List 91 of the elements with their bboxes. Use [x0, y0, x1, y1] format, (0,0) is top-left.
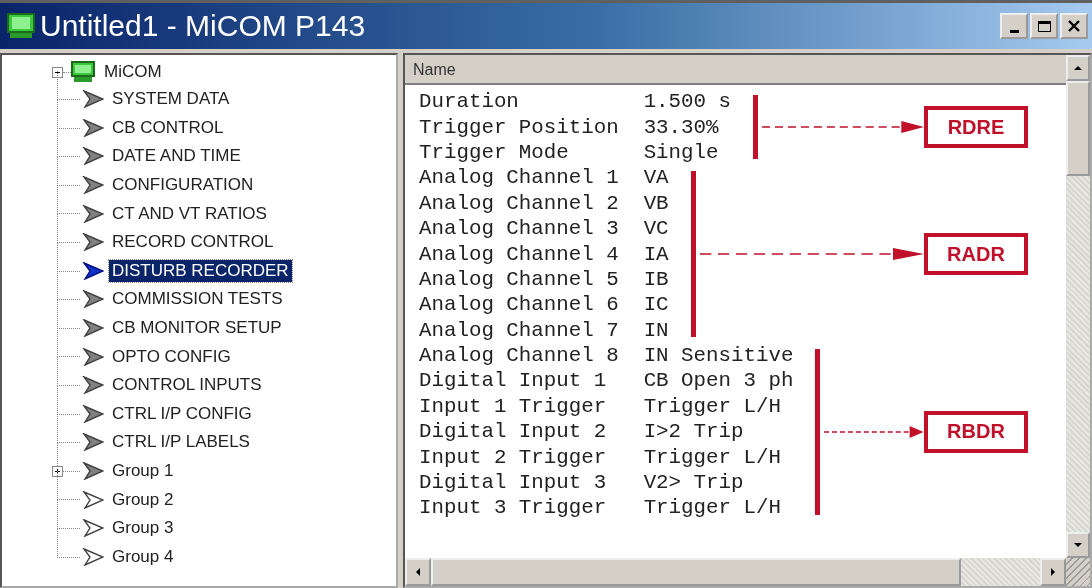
- close-button[interactable]: [1060, 13, 1088, 39]
- parameter-value: IC: [643, 293, 669, 317]
- parameter-value: VC: [643, 217, 669, 241]
- scroll-thumb[interactable]: [1066, 81, 1090, 176]
- tree-item[interactable]: DISTURB RECORDER: [109, 259, 292, 282]
- annotation-label: RBDR: [924, 410, 1028, 453]
- minimize-button[interactable]: [1000, 13, 1028, 39]
- parameter-name: Analog Channel 3: [419, 217, 620, 241]
- arrow-icon: [82, 376, 104, 395]
- parameter-name: Digital Input 2: [419, 420, 608, 444]
- computer-icon: [71, 61, 95, 83]
- arrow-icon: [82, 176, 104, 195]
- scroll-left-button[interactable]: [405, 558, 431, 586]
- parameter-name: Digital Input 3: [419, 471, 608, 495]
- tree-item[interactable]: CTRL I/P CONFIG: [109, 402, 255, 425]
- arrow-icon: [82, 204, 104, 223]
- tree-item[interactable]: Group 1: [109, 460, 177, 482]
- scroll-thumb[interactable]: [431, 558, 961, 586]
- tree-item[interactable]: SYSTEM DATA: [109, 88, 233, 111]
- size-grip[interactable]: [1066, 558, 1090, 586]
- tree-item[interactable]: CONFIGURATION: [109, 174, 257, 197]
- tree-item[interactable]: CONTROL INPUTS: [109, 374, 265, 397]
- parameter-name: Input 2 Trigger: [419, 445, 608, 469]
- parameter-name: Analog Channel 8: [419, 344, 620, 368]
- arrow-icon: [82, 547, 104, 566]
- parameter-value: Trigger L/H: [643, 394, 781, 418]
- parameter-value: CB Open 3 ph: [643, 369, 794, 393]
- parameter-value: V2> Trip: [643, 471, 744, 495]
- parameter-name: Trigger Mode: [419, 140, 570, 164]
- parameter-name: Duration: [419, 90, 520, 114]
- column-header[interactable]: Name: [405, 55, 1066, 85]
- parameter-value: IN: [643, 318, 669, 342]
- parameter-value: IN Sensitive: [643, 344, 794, 368]
- arrow-icon: [82, 433, 104, 452]
- arrow-icon: [82, 462, 104, 480]
- parameter-name: Input 1 Trigger: [419, 394, 608, 418]
- parameter-name: Analog Channel 2: [419, 191, 620, 215]
- parameter-value: VB: [643, 191, 669, 215]
- tree-item[interactable]: CB CONTROL: [109, 116, 227, 139]
- parameter-value: Single: [643, 140, 719, 164]
- annotation-label: RADR: [924, 233, 1028, 276]
- arrow-icon: [82, 404, 104, 423]
- arrow-icon: [82, 147, 104, 166]
- parameter-value: Trigger L/H: [643, 496, 781, 520]
- parameter-name: Analog Channel 5: [419, 267, 620, 291]
- tree-item[interactable]: Group 4: [109, 545, 177, 568]
- maximize-button[interactable]: [1030, 13, 1058, 39]
- tree-item[interactable]: MiCOM: [101, 61, 165, 83]
- tree-item[interactable]: DATE AND TIME: [109, 145, 244, 168]
- parameter-name: Digital Input 1: [419, 369, 608, 393]
- parameter-value: 1.500 s: [643, 90, 731, 114]
- annotation-label: RDRE: [924, 106, 1028, 149]
- parameter-name: Analog Channel 1: [419, 166, 620, 190]
- parameter-value: IB: [643, 267, 669, 291]
- tree-item[interactable]: OPTO CONFIG: [109, 345, 234, 368]
- arrow-icon: [82, 90, 104, 109]
- arrow-icon: [82, 319, 104, 338]
- parameter-name: Analog Channel 6: [419, 293, 620, 317]
- parameter-name: Analog Channel 4: [419, 242, 620, 266]
- tree-item[interactable]: CT AND VT RATIOS: [109, 202, 270, 225]
- arrow-icon: [82, 233, 104, 252]
- arrow-icon: [82, 490, 104, 509]
- parameter-value: 33.30%: [643, 115, 719, 139]
- tree-item[interactable]: Group 2: [109, 488, 177, 511]
- parameter-value: VA: [643, 166, 669, 190]
- scroll-right-button[interactable]: [1040, 558, 1066, 586]
- arrow-icon: [82, 118, 104, 137]
- vertical-scrollbar[interactable]: [1066, 55, 1090, 558]
- horizontal-scrollbar[interactable]: [405, 558, 1066, 586]
- expand-icon[interactable]: [52, 465, 63, 477]
- tree-item[interactable]: COMMISSION TESTS: [109, 288, 286, 311]
- computer-icon: [6, 12, 36, 40]
- tree-item[interactable]: Group 3: [109, 517, 177, 540]
- arrow-icon: [82, 519, 104, 538]
- parameter-value: IA: [643, 242, 669, 266]
- window-title: Untitled1 - MiCOM P143: [40, 9, 366, 43]
- tree-item[interactable]: CTRL I/P LABELS: [109, 431, 253, 454]
- scroll-up-button[interactable]: [1066, 55, 1090, 81]
- arrow-icon: [82, 347, 104, 366]
- tree-item[interactable]: CB MONITOR SETUP: [109, 317, 285, 340]
- close-icon: [1068, 20, 1080, 32]
- parameter-value: Trigger L/H: [643, 445, 781, 469]
- parameter-value: I>2 Trip: [643, 420, 744, 444]
- arrow-icon: [82, 261, 104, 280]
- collapse-icon[interactable]: [52, 66, 63, 78]
- scroll-down-button[interactable]: [1066, 532, 1090, 558]
- parameter-name: Analog Channel 7: [419, 318, 620, 342]
- arrow-icon: [82, 290, 104, 309]
- parameter-name: Trigger Position: [419, 115, 620, 139]
- parameter-name: Input 3 Trigger: [419, 496, 608, 520]
- tree-item[interactable]: RECORD CONTROL: [109, 231, 277, 254]
